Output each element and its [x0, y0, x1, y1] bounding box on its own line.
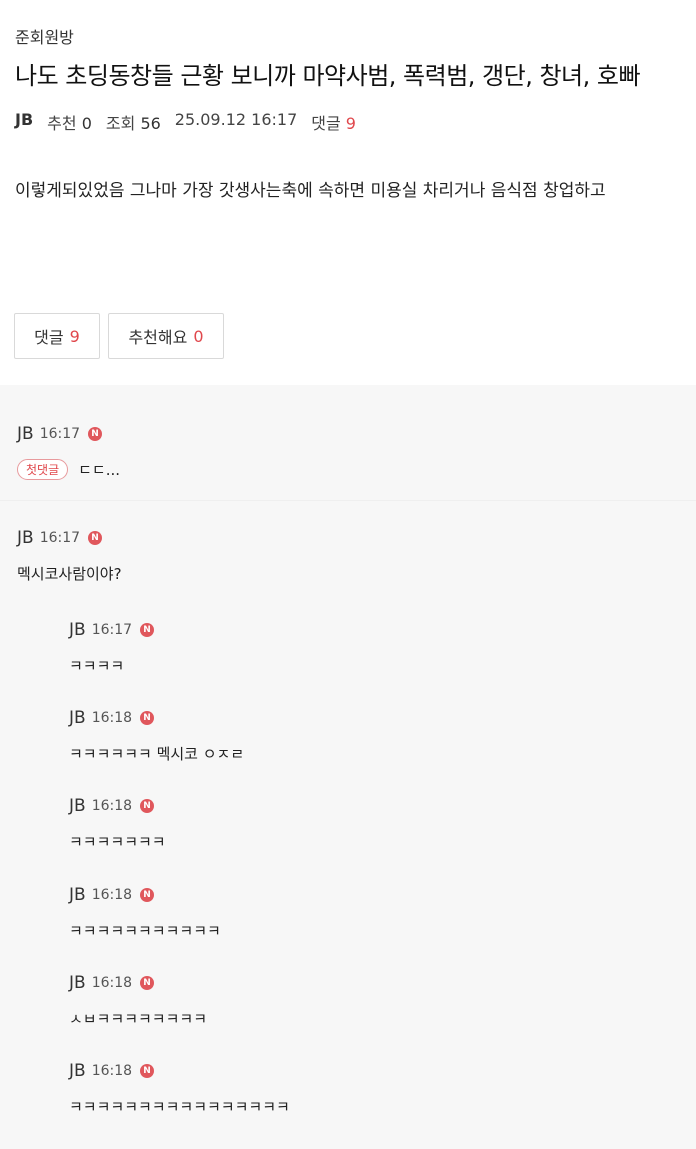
comment-text: ㅋㅋㅋㅋㅋㅋㅋㅋㅋㅋㅋ — [69, 922, 221, 940]
comment-time: 16:17 — [91, 622, 133, 638]
comment-item: JB 16:17 N 첫댓글 ㄷㄷ... — [17, 423, 120, 480]
first-comment-badge: 첫댓글 — [17, 459, 69, 480]
comment-time: 16:18 — [91, 1063, 133, 1079]
reply-item: JB 16:18 N ㅋㅋㅋㅋㅋㅋㅋㅋㅋㅋㅋ — [69, 884, 221, 941]
comment-list: JB 16:17 N 첫댓글 ㄷㄷ... JB 16:17 N 멕시코사람이야?… — [0, 385, 696, 1149]
post-meta: JB 추천 0 조회 56 25.09.12 16:17 댓글 9 — [15, 110, 370, 134]
new-badge-icon: N — [140, 976, 155, 990]
comment-text: ㅋㅋㅋㅋㅋㅋ 멕시코 ㅇㅈㄹ — [69, 745, 245, 763]
comments-button-count: 9 — [69, 326, 80, 346]
board-name[interactable]: 준회원방 — [15, 24, 74, 48]
recommend-button[interactable]: 추천해요 0 — [108, 313, 224, 359]
new-badge-icon: N — [140, 623, 155, 637]
comment-author[interactable]: JB — [17, 528, 34, 548]
new-badge-icon: N — [88, 427, 103, 441]
comment-author[interactable]: JB — [69, 620, 86, 640]
reply-item: JB 16:18 N ㅋㅋㅋㅋㅋㅋ 멕시코 ㅇㅈㄹ — [69, 707, 244, 764]
comments-button-label: 댓글 — [34, 328, 64, 347]
recommend-button-count: 0 — [193, 326, 204, 346]
comment-author[interactable]: JB — [17, 424, 34, 444]
comment-divider — [0, 500, 696, 501]
post-body: 이렇게되있었음 그나마 가장 갓생사는축에 속하면 미용실 차리거나 음식점 창… — [15, 181, 606, 201]
comment-text: ㅋㅋㅋㅋㅋㅋㅋ — [69, 833, 166, 851]
comments-button[interactable]: 댓글 9 — [14, 313, 100, 359]
new-badge-icon: N — [140, 888, 155, 902]
comment-author[interactable]: JB — [69, 973, 86, 993]
reply-item: JB 16:18 N ㅋㅋㅋㅋㅋㅋㅋㅋㅋㅋㅋㅋㅋㅋㅋㅋ — [69, 1060, 290, 1117]
comment-time: 16:18 — [91, 975, 133, 991]
reply-item: JB 16:18 N ㅅㅂㅋㅋㅋㅋㅋㅋㅋㅋ — [69, 972, 207, 1029]
new-badge-icon: N — [88, 531, 103, 545]
recommend-stat: 추천 0 — [47, 110, 92, 134]
comment-author[interactable]: JB — [69, 796, 86, 816]
reply-item: JB 16:18 N ㅋㅋㅋㅋㅋㅋㅋ — [69, 795, 166, 852]
comment-text: ㄷㄷ... — [78, 461, 121, 479]
comment-item: JB 16:17 N 멕시코사람이야? — [17, 527, 122, 584]
comment-text: ㅅㅂㅋㅋㅋㅋㅋㅋㅋㅋ — [69, 1010, 208, 1028]
views-stat-label: 조회 — [105, 114, 136, 133]
comment-text: ㅋㅋㅋㅋ — [69, 657, 125, 675]
new-badge-icon: N — [140, 711, 155, 725]
post-datetime: 25.09.12 16:17 — [174, 110, 298, 129]
views-stat: 조회 56 — [106, 110, 161, 134]
comment-time: 16:17 — [39, 530, 81, 546]
comment-text: 멕시코사람이야? — [17, 565, 122, 583]
recommend-button-label: 추천해요 — [128, 328, 188, 347]
recommend-stat-label: 추천 — [47, 114, 77, 133]
views-stat-count: 56 — [140, 114, 161, 133]
comments-stat: 댓글 9 — [311, 110, 356, 134]
comment-author[interactable]: JB — [69, 885, 86, 905]
comment-time: 16:17 — [39, 426, 81, 442]
reply-item: JB 16:17 N ㅋㅋㅋㅋ — [69, 619, 155, 676]
new-badge-icon: N — [140, 799, 155, 813]
comment-text: ㅋㅋㅋㅋㅋㅋㅋㅋㅋㅋㅋㅋㅋㅋㅋㅋ — [69, 1098, 290, 1116]
comments-stat-label: 댓글 — [311, 114, 341, 133]
comment-time: 16:18 — [91, 798, 133, 814]
comments-stat-count: 9 — [345, 114, 356, 133]
new-badge-icon: N — [140, 1064, 155, 1078]
comment-time: 16:18 — [91, 887, 133, 903]
comment-author[interactable]: JB — [69, 708, 86, 728]
comment-author[interactable]: JB — [69, 1061, 86, 1081]
post-title: 나도 초딩동창들 근황 보니까 마약사범, 폭력범, 갱단, 창녀, 호빠 — [15, 62, 641, 90]
recommend-stat-count: 0 — [81, 114, 92, 133]
post-author[interactable]: JB — [15, 110, 33, 134]
comment-time: 16:18 — [91, 710, 133, 726]
